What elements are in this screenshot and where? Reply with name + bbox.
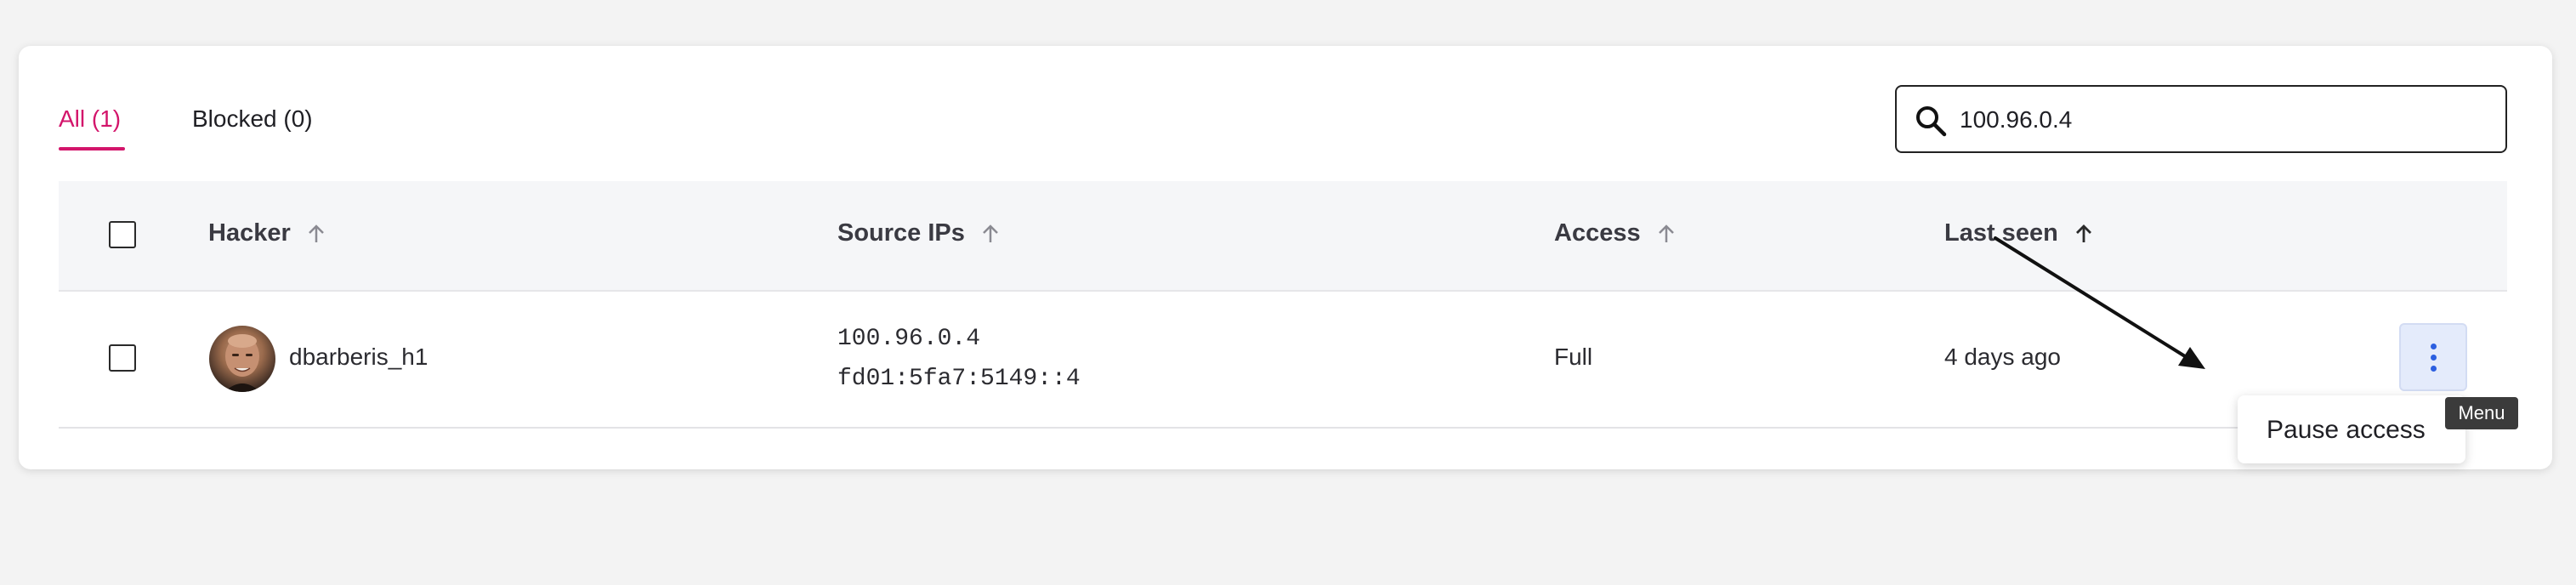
sort-arrow-up-icon[interactable] <box>306 223 326 245</box>
search-input[interactable] <box>1960 100 2487 139</box>
source-ip-v6: fd01:5fa7:5149::4 <box>837 366 1081 392</box>
column-header-label: Hacker <box>208 219 291 247</box>
tab-blocked[interactable]: Blocked (0) <box>192 105 313 133</box>
active-tab-indicator <box>59 147 125 151</box>
avatar-image <box>224 334 260 392</box>
tab-all[interactable]: All (1) <box>59 105 121 133</box>
kebab-dot <box>2430 354 2437 361</box>
column-header-label: Last seen <box>1944 219 2058 247</box>
row-menu-button[interactable] <box>2399 323 2467 391</box>
sort-arrow-up-icon[interactable] <box>980 223 1001 245</box>
search-icon <box>1916 106 1947 137</box>
divider <box>59 427 2507 429</box>
column-header-label: Source IPs <box>837 219 965 247</box>
avatar <box>209 326 275 392</box>
column-header-label: Access <box>1554 219 1641 247</box>
column-header-source-ips[interactable]: Source IPs <box>837 219 1001 247</box>
last-seen-value: 4 days ago <box>1944 344 2061 370</box>
column-header-access[interactable]: Access <box>1554 219 1677 247</box>
sort-arrow-up-icon[interactable] <box>1656 223 1677 245</box>
search-box[interactable] <box>1895 85 2507 153</box>
menu-tooltip: Menu <box>2445 397 2518 429</box>
table-header <box>59 181 2507 290</box>
divider <box>59 290 2507 292</box>
kebab-menu-icon <box>2430 343 2437 349</box>
hacker-username[interactable]: dbarberis_h1 <box>289 344 428 371</box>
column-header-hacker[interactable]: Hacker <box>208 219 326 247</box>
column-header-last-seen[interactable]: Last seen <box>1944 219 2094 247</box>
menu-item-pause-access[interactable]: Pause access <box>2267 416 2426 445</box>
select-all-checkbox[interactable] <box>109 221 136 248</box>
row-menu-dropdown: Pause access <box>2238 395 2465 463</box>
access-level: Full <box>1554 344 1593 370</box>
kebab-dot <box>2430 365 2437 372</box>
sort-arrow-up-icon[interactable] <box>2074 223 2094 245</box>
source-ip-v4: 100.96.0.4 <box>837 326 981 352</box>
row-checkbox[interactable] <box>109 344 136 372</box>
